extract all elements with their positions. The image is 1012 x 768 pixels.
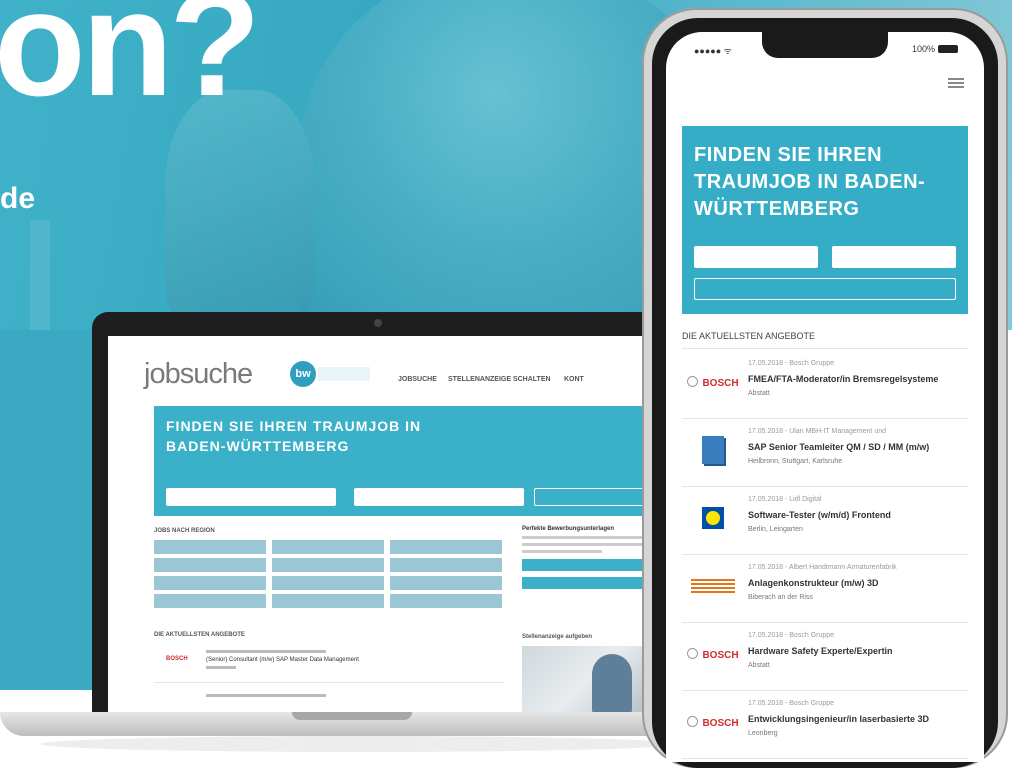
- offer-meta: [206, 694, 326, 697]
- region-cell[interactable]: [390, 594, 502, 608]
- text-line: [522, 550, 602, 553]
- person-image: [592, 654, 632, 714]
- laptop: jobsuche bw JOBSUCHE STELLENANZEIGE SCHA…: [92, 312, 667, 714]
- logo-badge: bw: [290, 361, 316, 387]
- laptop-hero-banner: FINDEN SIE IHREN TRAUMJOB IN BADEN-WÜRTT…: [154, 406, 653, 516]
- signal-icon: ●●●●● ᯤ: [694, 46, 732, 56]
- offer-title: FMEA/FTA-Moderator/in Bremsregelsysteme: [748, 374, 939, 384]
- side-photo-label: Stellenanzeige aufgeben: [522, 634, 593, 640]
- offer-location: Berlin, Leingarten: [748, 526, 803, 533]
- keyword-input[interactable]: [694, 246, 818, 268]
- offer-title: SAP Senior Teamleiter QM / SD / MM (m/w): [748, 442, 930, 452]
- bosch-logo: BOSCH: [686, 370, 740, 394]
- company-logo: [686, 436, 740, 464]
- offer-title: Software-Tester (w/m/d) Frontend: [748, 510, 891, 520]
- phone-notch: [762, 32, 888, 58]
- handtmann-logo: [686, 574, 740, 598]
- offer-location: Leonberg: [748, 730, 778, 737]
- office-photo: [522, 646, 653, 714]
- region-cell[interactable]: [272, 558, 384, 572]
- text-line: [522, 543, 642, 546]
- offers-label: DIE AKTUELLSTEN ANGEBOTE: [154, 632, 245, 638]
- search-button[interactable]: [694, 278, 956, 300]
- offer-meta: 17.05.2018 - Bosch Gruppe: [748, 632, 835, 639]
- laptop-shadow: [40, 736, 680, 752]
- hero-title: on?: [0, 0, 261, 127]
- laptop-screen: jobsuche bw JOBSUCHE STELLENANZEIGE SCHA…: [108, 336, 653, 714]
- phone-screen: ●●●●● ᯤ 100% FINDEN SIE IHREN TRAUMJOB I…: [666, 32, 984, 762]
- offer-meta: 17.05.2018 - Bosch Gruppe: [748, 700, 835, 707]
- offer-title: (Senior) Consultant (m/w) SAP Master Dat…: [206, 657, 359, 663]
- text-line: [522, 536, 642, 539]
- side-box-title: Perfekte Bewerbungsunterlagen: [522, 526, 615, 532]
- offer-title: Entwicklungsingenieur/in laserbasierte 3…: [748, 714, 930, 724]
- region-label: JOBS NACH REGION: [154, 528, 215, 534]
- list-item[interactable]: 17.05.2018 - Albert Handtmann Armaturenf…: [682, 554, 968, 623]
- offer-location: Heilbronn, Stuttgart, Karlsruhe: [748, 458, 843, 465]
- nav-kontakt[interactable]: KONT: [564, 376, 584, 383]
- side-box-button[interactable]: [522, 559, 647, 571]
- smartphone: ●●●●● ᯤ 100% FINDEN SIE IHREN TRAUMJOB I…: [642, 8, 1008, 768]
- search-button[interactable]: [534, 488, 644, 506]
- offer-location: Abstatt: [748, 390, 770, 397]
- region-cell[interactable]: [154, 558, 266, 572]
- region-cell[interactable]: [390, 576, 502, 590]
- region-cell[interactable]: [154, 576, 266, 590]
- region-cell[interactable]: [154, 540, 266, 554]
- region-cell[interactable]: [390, 540, 502, 554]
- site-logo[interactable]: jobsuche: [144, 358, 253, 391]
- phone-hero-banner: FINDEN SIE IHREN TRAUMJOB IN BADEN-WÜRTT…: [682, 126, 968, 314]
- camera-icon: [374, 319, 382, 327]
- logo-tagline: [318, 367, 370, 381]
- list-item[interactable]: [154, 686, 504, 714]
- region-cell[interactable]: [390, 558, 502, 572]
- offer-location: Abstatt: [748, 662, 770, 669]
- laptop-site-header: jobsuche bw JOBSUCHE STELLENANZEIGE SCHA…: [108, 350, 653, 406]
- region-cell[interactable]: [154, 594, 266, 608]
- phone-bezel: ●●●●● ᯤ 100% FINDEN SIE IHREN TRAUMJOB I…: [652, 18, 998, 768]
- region-cell[interactable]: [272, 540, 384, 554]
- location-input[interactable]: [354, 488, 524, 506]
- list-item[interactable]: 17.05.2018 - Ulan MBH-IT Management und …: [682, 418, 968, 487]
- nav-jobsuche[interactable]: JOBSUCHE: [398, 376, 437, 383]
- list-item[interactable]: BOSCH (Senior) Consultant (m/w) SAP Mast…: [154, 642, 504, 683]
- offer-location: Biberach an der Riss: [748, 594, 813, 601]
- bosch-logo: BOSCH: [166, 656, 188, 662]
- keyword-input[interactable]: [166, 488, 336, 506]
- list-item[interactable]: BOSCH 17.05.2018 - Bosch Gruppe FMEA/FTA…: [682, 350, 968, 419]
- offer-meta: 17.05.2018 - Albert Handtmann Armaturenf…: [748, 564, 897, 571]
- offer-meta: 17.05.2018 - Bosch Gruppe: [748, 360, 835, 367]
- region-cell[interactable]: [272, 594, 384, 608]
- list-item[interactable]: BOSCH 17.05.2018 - Bosch Gruppe Entwickl…: [682, 690, 968, 759]
- side-box-button[interactable]: [522, 577, 647, 589]
- laptop-hero-title: FINDEN SIE IHREN TRAUMJOB IN BADEN-WÜRTT…: [166, 418, 422, 454]
- battery-icon: [938, 45, 958, 53]
- list-item[interactable]: BOSCH 17.05.2018 - Bosch Gruppe Hardware…: [682, 622, 968, 691]
- offer-location: [206, 666, 236, 669]
- offer-title: Hardware Safety Experte/Expertin: [748, 646, 893, 656]
- list-item[interactable]: 17.05.2018 - Lidl Digital Software-Teste…: [682, 486, 968, 555]
- lidl-logo: [686, 506, 740, 530]
- bosch-logo: BOSCH: [686, 710, 740, 734]
- offers-section-label: DIE AKTUELLSTEN ANGEBOTE: [682, 324, 968, 349]
- region-cell[interactable]: [272, 576, 384, 590]
- battery-label: 100%: [912, 44, 936, 54]
- offer-meta: 17.05.2018 - Lidl Digital: [748, 496, 822, 503]
- hamburger-menu-icon[interactable]: [948, 78, 964, 88]
- offer-meta: 17.05.2018 - Ulan MBH-IT Management und: [748, 428, 887, 435]
- phone-hero-title: FINDEN SIE IHREN TRAUMJOB IN BADEN-WÜRTT…: [694, 144, 926, 220]
- hero-subtitle: de: [0, 182, 36, 215]
- location-input[interactable]: [832, 246, 956, 268]
- offer-title: Anlagenkonstrukteur (m/w) 3D: [748, 578, 879, 588]
- nav-stellenanzeige[interactable]: STELLENANZEIGE SCHALTEN: [448, 376, 551, 383]
- laptop-notch: [292, 712, 412, 720]
- offer-meta: [206, 650, 326, 653]
- application-tips-box: Perfekte Bewerbungsunterlagen: [522, 526, 653, 616]
- hero-window-frame: [30, 220, 50, 330]
- bosch-logo: BOSCH: [686, 642, 740, 666]
